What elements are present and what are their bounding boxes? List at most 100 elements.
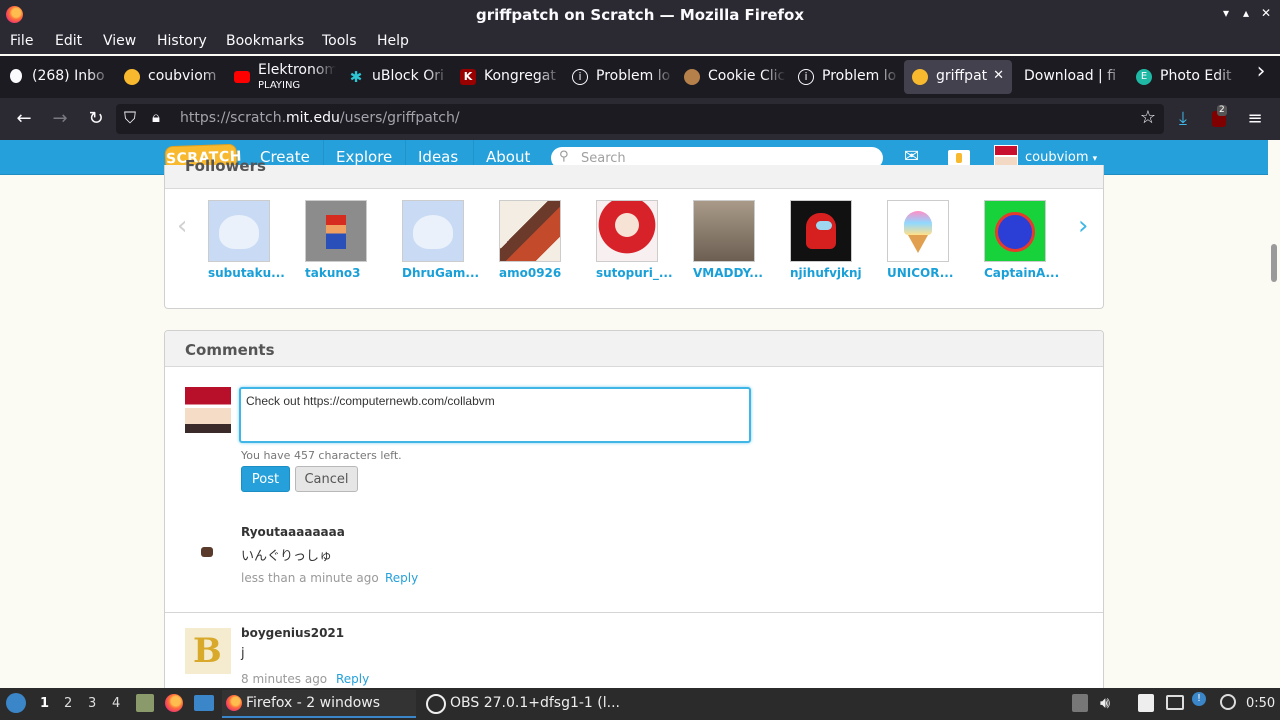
follower-thumbnail[interactable] <box>596 200 658 262</box>
workspace-3[interactable]: 3 <box>88 696 96 711</box>
reply-link[interactable]: Reply <box>336 672 369 686</box>
tab-problem-1[interactable]: i Problem lo <box>564 60 674 94</box>
comment-username[interactable]: Ryoutaaaaaaaa <box>241 525 345 539</box>
ublock-extension-icon[interactable]: 2 <box>1208 105 1230 130</box>
close-tab-icon[interactable]: ✕ <box>993 68 1004 83</box>
info-icon: i <box>572 69 588 85</box>
follower-thumbnail[interactable] <box>790 200 852 262</box>
menu-help[interactable]: Help <box>377 33 409 49</box>
bookmark-star-icon[interactable]: ☆ <box>1140 107 1156 128</box>
messages-icon[interactable]: ✉ <box>904 146 919 167</box>
tab-cookie-clicker[interactable]: Cookie Clic <box>676 60 786 94</box>
url-bar[interactable]: ⛉ 🔒︎ https://scratch.mit.edu/users/griff… <box>116 104 1164 134</box>
taskbar-obs[interactable]: OBS 27.0.1+dfsg1-1 (l... <box>424 690 624 718</box>
follower-item[interactable]: subutaku... <box>208 200 288 280</box>
follower-thumbnail[interactable] <box>984 200 1046 262</box>
tab-kongregate[interactable]: K Kongregat <box>452 60 562 94</box>
tab-playing-label: PLAYING <box>258 80 301 91</box>
search-icon: ⚲ <box>559 149 569 164</box>
follower-item[interactable]: CaptainA... <box>984 200 1064 280</box>
network-icon[interactable] <box>1220 694 1236 710</box>
follower-name[interactable]: DhruGam... <box>402 266 482 280</box>
follower-thumbnail[interactable] <box>887 200 949 262</box>
reload-button[interactable]: ↻ <box>85 108 107 130</box>
tab-download[interactable]: Download | fi <box>1016 60 1126 94</box>
tab-ublock[interactable]: ✱ uBlock Ori <box>340 60 450 94</box>
follower-item[interactable]: DhruGam... <box>402 200 482 280</box>
chevron-down-icon: ▾ <box>1092 154 1098 164</box>
follower-thumbnail[interactable] <box>208 200 270 262</box>
maximize-button[interactable]: ▴ <box>1238 6 1254 20</box>
file-manager-icon[interactable] <box>136 694 154 712</box>
follower-item[interactable]: amo0926 <box>499 200 579 280</box>
follower-name[interactable]: CaptainA... <box>984 266 1064 280</box>
menu-file[interactable]: File <box>10 33 33 49</box>
tab-coubviom[interactable]: coubviom <box>116 60 226 94</box>
scrollbar-thumb[interactable] <box>1271 244 1277 282</box>
follower-item[interactable]: takuno3 <box>305 200 385 280</box>
follower-thumbnail[interactable] <box>693 200 755 262</box>
follower-name[interactable]: subutaku... <box>208 266 288 280</box>
tab-griffpatch[interactable]: griffpatch ✕ <box>904 60 1012 94</box>
app-menu-icon[interactable]: ≡ <box>1244 108 1266 130</box>
follower-item[interactable]: sutopuri_... <box>596 200 676 280</box>
scratch-icon <box>912 69 928 85</box>
post-button[interactable]: Post <box>241 466 290 492</box>
carousel-next-arrow[interactable]: › <box>1078 211 1088 241</box>
workspace-4[interactable]: 4 <box>112 696 120 711</box>
menu-edit[interactable]: Edit <box>55 33 82 49</box>
back-button[interactable]: ← <box>13 108 35 130</box>
followers-header: Followers <box>165 157 1103 189</box>
minimize-button[interactable]: ▾ <box>1218 6 1234 20</box>
comment-avatar[interactable]: B <box>185 628 231 674</box>
follower-item[interactable]: VMADDY... <box>693 200 773 280</box>
firefox-launcher-icon[interactable] <box>165 694 183 712</box>
desktop-icon[interactable] <box>194 695 214 711</box>
display-icon[interactable] <box>1166 695 1184 710</box>
scroll-tabs-right-button[interactable]: › <box>1250 61 1272 83</box>
follower-name[interactable]: takuno3 <box>305 266 385 280</box>
cancel-button[interactable]: Cancel <box>295 466 358 492</box>
notes-icon[interactable] <box>1138 694 1154 712</box>
update-notification-icon[interactable]: ! <box>1192 692 1206 706</box>
url-text[interactable]: https://scratch.mit.edu/users/griffpatch… <box>180 110 460 126</box>
tab-photo-editor[interactable]: E Photo Edit <box>1128 60 1240 94</box>
menu-view[interactable]: View <box>103 33 136 49</box>
close-window-button[interactable]: ✕ <box>1258 6 1274 20</box>
follower-name[interactable]: VMADDY... <box>693 266 773 280</box>
follower-name[interactable]: UNICOR... <box>887 266 967 280</box>
follower-thumbnail[interactable] <box>402 200 464 262</box>
tab-problem-2[interactable]: i Problem lo <box>790 60 900 94</box>
comment-textarea[interactable] <box>239 387 751 443</box>
menu-history[interactable]: History <box>157 33 207 49</box>
follower-thumbnail[interactable] <box>499 200 561 262</box>
taskbar-firefox[interactable]: Firefox - 2 windows <box>222 690 416 718</box>
downloads-icon[interactable]: ⤓ <box>1172 108 1194 130</box>
taskbar: 1 2 3 4 Firefox - 2 windows OBS 27.0.1+d… <box>0 688 1280 720</box>
follower-item[interactable]: njihufvjknj <box>790 200 870 280</box>
tab-inbox[interactable]: (268) Inbo <box>0 60 112 94</box>
menu-bookmarks[interactable]: Bookmarks <box>226 33 304 49</box>
lock-icon[interactable]: 🔒︎ <box>152 108 160 126</box>
clock[interactable]: 0:50 <box>1246 696 1275 711</box>
comment-avatar[interactable] <box>185 533 231 579</box>
clipboard-icon[interactable] <box>1072 694 1088 712</box>
menu-tools[interactable]: Tools <box>322 33 357 49</box>
volume-icon[interactable]: 🔊︎ <box>1100 693 1110 713</box>
comment-username[interactable]: boygenius2021 <box>241 626 344 640</box>
comments-header: Comments <box>165 331 1103 367</box>
start-menu-icon[interactable] <box>6 693 26 713</box>
forward-button[interactable]: → <box>49 108 71 130</box>
carousel-prev-arrow[interactable]: ‹ <box>177 211 187 241</box>
workspace-1[interactable]: 1 <box>40 696 49 711</box>
follower-thumbnail[interactable] <box>305 200 367 262</box>
follower-item[interactable]: UNICOR... <box>887 200 967 280</box>
follower-name[interactable]: njihufvjknj <box>790 266 870 280</box>
workspace-2[interactable]: 2 <box>64 696 72 711</box>
reply-link[interactable]: Reply <box>385 571 418 585</box>
page-scrollbar[interactable] <box>1268 140 1280 688</box>
tab-youtube[interactable]: Elektronom PLAYING <box>226 60 336 94</box>
follower-name[interactable]: sutopuri_... <box>596 266 676 280</box>
follower-name[interactable]: amo0926 <box>499 266 579 280</box>
tracking-protection-shield-icon[interactable]: ⛉ <box>124 108 136 128</box>
